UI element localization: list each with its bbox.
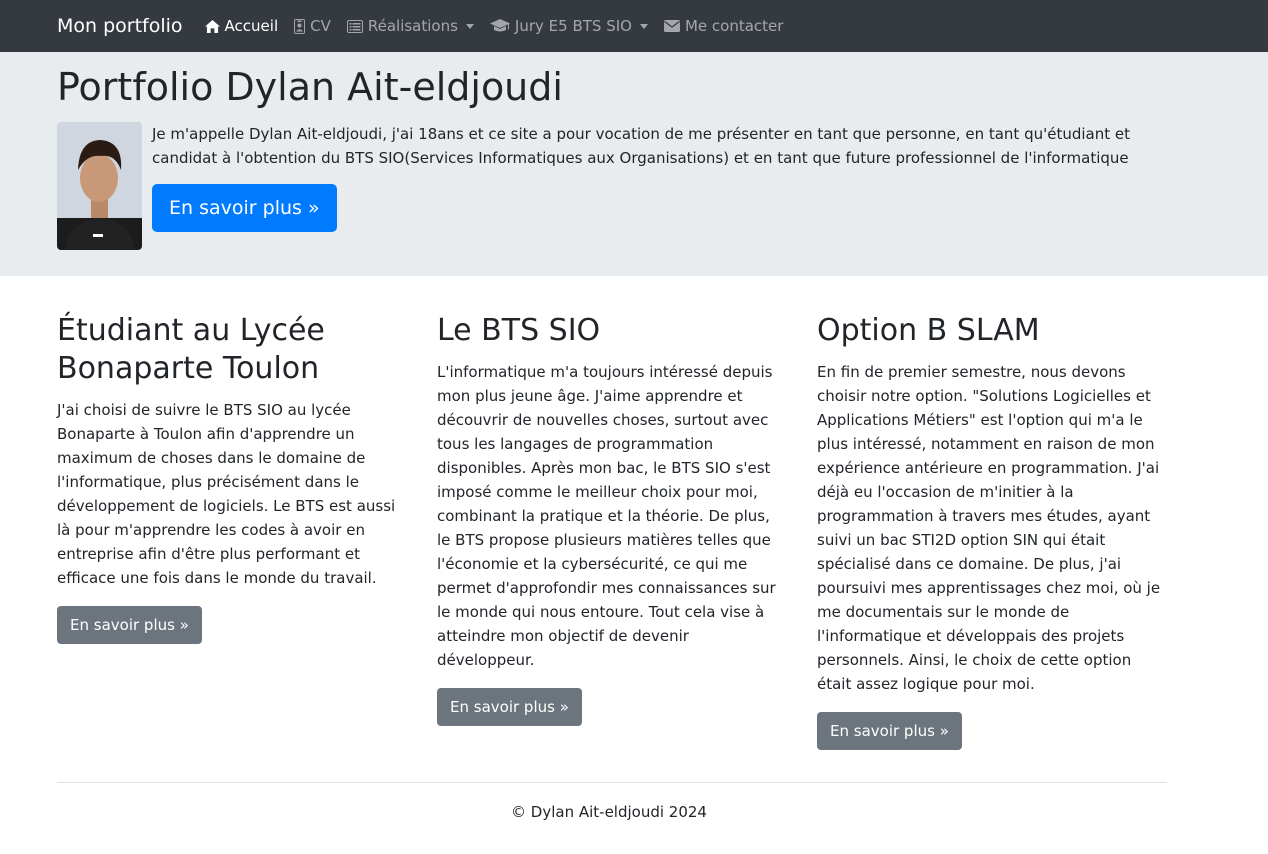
column-title: Option B SLAM [817, 313, 1040, 348]
nav-item-contact[interactable]: Me contacter [663, 17, 784, 35]
learn-more-button[interactable]: En savoir plus » [57, 606, 202, 644]
footer-divider [57, 782, 1167, 783]
column-option-slam: Option B SLAM En fin de premier semestre… [817, 312, 1167, 750]
column-text: L'informatique m'a toujours intéressé de… [437, 363, 776, 669]
jumbotron-learn-more-button[interactable]: En savoir plus » [152, 184, 337, 232]
nav-item-label: Me contacter [684, 17, 784, 35]
column-lycee: Étudiant au Lycée Bonaparte Toulon J'ai … [57, 312, 407, 750]
navbar: Mon portfolio Accueil CV Réalisations Ju… [0, 0, 1268, 52]
nav-item-jury[interactable]: Jury E5 BTS SIO [489, 17, 648, 35]
column-title: Le BTS SIO [437, 313, 601, 348]
chevron-down-icon [639, 23, 648, 29]
chevron-down-icon [465, 23, 474, 29]
jumbotron: Portfolio Dylan Ait-eldjoudi Je m'appell… [0, 52, 1268, 276]
column-title: Étudiant au Lycée Bonaparte Toulon [57, 313, 325, 386]
home-icon [204, 19, 220, 33]
envelope-icon [663, 20, 680, 32]
navbar-brand[interactable]: Mon portfolio [57, 15, 183, 37]
page-title: Portfolio Dylan Ait-eldjoudi [57, 65, 563, 109]
nav-item-accueil[interactable]: Accueil [204, 17, 279, 35]
nav-item-label: Accueil [224, 17, 279, 35]
nav-item-realisations[interactable]: Réalisations [346, 17, 474, 35]
nav-item-label: Jury E5 BTS SIO [514, 17, 632, 35]
intro-text: Je m'appelle Dylan Ait-eldjoudi, j'ai 18… [152, 125, 1130, 167]
graduation-cap-icon [489, 19, 510, 32]
nav-item-cv[interactable]: CV [294, 17, 331, 35]
nav-item-label: Réalisations [367, 17, 458, 35]
id-badge-icon [294, 18, 306, 34]
copyright-text: © Dylan Ait-eldjoudi 2024 [511, 803, 707, 821]
list-alt-icon [346, 19, 363, 33]
nav-item-label: CV [310, 17, 331, 35]
footer: © Dylan Ait-eldjoudi 2024 [0, 803, 1268, 821]
columns-section: Étudiant au Lycée Bonaparte Toulon J'ai … [0, 312, 1268, 750]
column-text: J'ai choisi de suivre le BTS SIO au lycé… [57, 401, 396, 587]
column-bts-sio: Le BTS SIO L'informatique m'a toujours i… [437, 312, 787, 750]
learn-more-button[interactable]: En savoir plus » [817, 712, 962, 750]
column-text: En fin de premier semestre, nous devons … [817, 363, 1161, 693]
avatar [57, 122, 142, 250]
learn-more-button[interactable]: En savoir plus » [437, 688, 582, 726]
